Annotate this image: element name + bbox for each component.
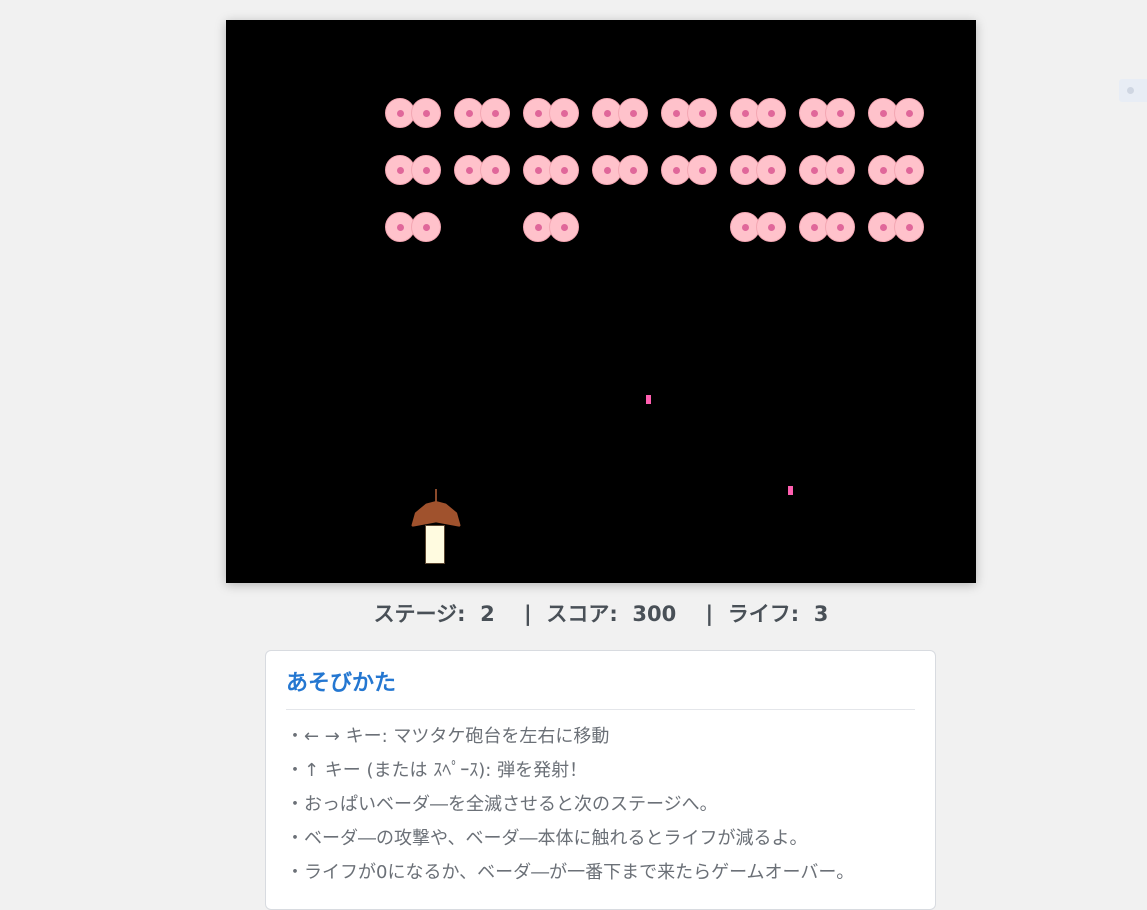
boob-invader-icon xyxy=(454,98,510,130)
status-bar: ステージ: 2 | スコア: 300 | ライフ: 3 xyxy=(226,598,976,628)
hud-separator: | xyxy=(705,602,714,626)
score-label: スコア: xyxy=(546,602,618,626)
boob-invader-icon xyxy=(385,98,441,130)
boob-invader-icon xyxy=(523,98,579,130)
boob-invader-icon xyxy=(799,155,855,187)
enemy-bullet xyxy=(646,395,651,404)
help-list: ← → キー: マツタケ砲台を左右に移動 ↑ キー (または ｽﾍﾟｰｽ): 弾… xyxy=(286,720,915,890)
boob-invader-icon xyxy=(523,212,579,244)
enemy-bullet xyxy=(788,486,793,495)
boob-invader-icon xyxy=(730,212,786,244)
lives-label: ライフ: xyxy=(727,602,800,626)
boob-invader-icon xyxy=(385,155,441,187)
boob-invader-icon xyxy=(730,155,786,187)
help-item: ← → キー: マツタケ砲台を左右に移動 xyxy=(286,720,915,754)
boob-invader-icon xyxy=(868,212,924,244)
hud-separator: | xyxy=(524,602,532,626)
score-value: 300 xyxy=(632,602,677,626)
help-panel: あそびかた ← → キー: マツタケ砲台を左右に移動 ↑ キー (または ｽﾍﾟ… xyxy=(265,650,936,910)
boob-invader-icon xyxy=(661,98,717,130)
help-item: ライフが0になるか、ベーダ―が一番下まで来たらゲームオーバー。 xyxy=(286,856,915,890)
help-item: ベーダ―の攻撃や、ベーダ―本体に触れるとライフが減るよ。 xyxy=(286,822,915,856)
boob-invader-icon xyxy=(868,98,924,130)
stage-value: 2 xyxy=(480,602,495,626)
boob-invader-icon xyxy=(592,98,648,130)
game-canvas[interactable] xyxy=(226,20,976,583)
boob-invader-icon xyxy=(523,155,579,187)
boob-invader-icon xyxy=(799,212,855,244)
help-item: おっぱいベーダ―を全滅させると次のステージへ。 xyxy=(286,788,915,822)
dot-icon xyxy=(1127,87,1134,94)
boob-invader-icon xyxy=(385,212,441,244)
side-widget-tab[interactable] xyxy=(1119,79,1147,102)
boob-invader-icon xyxy=(868,155,924,187)
help-item: ↑ キー (または ｽﾍﾟｰｽ): 弾を発射！ xyxy=(286,754,915,788)
lives-value: 3 xyxy=(813,602,829,626)
boob-invader-icon xyxy=(661,155,717,187)
matsutake-cannon-icon xyxy=(410,489,462,566)
help-title: あそびかた xyxy=(286,665,915,710)
boob-invader-icon xyxy=(799,98,855,130)
boob-invader-icon xyxy=(592,155,648,187)
boob-invader-icon xyxy=(730,98,786,130)
stage-label: ステージ: xyxy=(373,602,466,626)
boob-invader-icon xyxy=(454,155,510,187)
